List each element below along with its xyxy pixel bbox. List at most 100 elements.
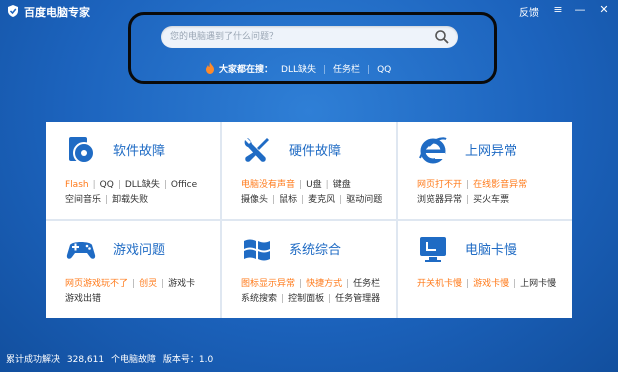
tag-separator: | <box>272 195 276 205</box>
tag-separator: | <box>161 279 165 289</box>
status-bar: 累计成功解决 328,611 个电脑故障 版本号：1.0 <box>6 352 217 365</box>
tools-icon <box>244 138 269 162</box>
tag-separator: | <box>281 294 285 304</box>
issue-tag[interactable]: DLL缺失 <box>125 180 160 190</box>
category-grid: 软件故障 Flash | QQ | DLL缺失 | Office 空间音乐 | 卸载失败 硬件故… <box>46 122 572 318</box>
issue-tag[interactable]: U盘 <box>306 180 322 190</box>
tag-line-2: 浏览器异常 | 买火车票 <box>417 192 509 205</box>
tag-separator: | <box>299 279 303 289</box>
category-card-games[interactable]: 游戏问题 网页游戏玩不了 | 创灵 | 游戏卡 游戏出错 <box>46 221 220 318</box>
category-card-slow-pc[interactable]: 电脑卡慢 开关机卡慢 | 游戏卡慢 | 上网卡慢 <box>398 221 572 318</box>
tag-line-1: Flash | QQ | DLL缺失 | Office <box>65 177 197 190</box>
issue-tag[interactable]: 开关机卡慢 <box>417 279 462 289</box>
issue-tag[interactable]: 卸载失败 <box>112 195 148 205</box>
issue-tag[interactable]: 游戏卡慢 <box>473 279 509 289</box>
issue-tag[interactable]: 摄像头 <box>241 195 268 205</box>
tag-separator: | <box>328 294 332 304</box>
issue-tag[interactable]: 网页游戏玩不了 <box>65 279 128 289</box>
issue-tag[interactable]: 空间音乐 <box>65 195 101 205</box>
tag-separator: | <box>513 279 517 289</box>
app-title: 百度电脑专家 <box>24 6 90 19</box>
search-input[interactable] <box>170 29 425 45</box>
category-card-hardware[interactable]: 硬件故障 电脑没有声音 | U盘 | 键盘 摄像头 | 鼠标 | 麦克风 | 驱动问题 <box>222 122 396 219</box>
tag-separator: | <box>117 180 121 190</box>
hot-search-row: 大家都在搜： DLL缺失 | 任务栏 | QQ <box>205 62 391 76</box>
tag-separator: | <box>466 279 470 289</box>
tag-separator: | <box>346 279 350 289</box>
category-card-system[interactable]: 系统综合 图标显示异常 | 快捷方式 | 任务栏 系统搜索 | 控制面板 | 任务管理器 <box>222 221 396 318</box>
minimize-button[interactable]: — <box>571 1 589 19</box>
tag-line-2: 系统搜索 | 控制面板 | 任务管理器 <box>241 291 380 304</box>
tag-separator: | <box>325 180 329 190</box>
issue-tag[interactable]: Flash <box>65 180 89 190</box>
tag-line-1: 网页打不开 | 在线影音异常 <box>417 177 527 190</box>
fire-icon <box>206 62 214 74</box>
menu-button[interactable]: ≡ <box>549 1 567 19</box>
tag-line-2: 游戏出错 <box>65 291 101 304</box>
issue-tag[interactable]: 任务栏 <box>353 279 380 289</box>
issue-tag[interactable]: 鼠标 <box>279 195 297 205</box>
category-title[interactable]: 软件故障 <box>113 140 165 159</box>
hot-search-item[interactable]: 任务栏 <box>333 65 360 75</box>
ie-browser-icon <box>419 137 447 164</box>
tag-separator: | <box>92 180 96 190</box>
issue-tag[interactable]: 控制面板 <box>288 294 324 304</box>
issue-tag[interactable]: 游戏卡 <box>168 279 195 289</box>
issue-tag[interactable]: 在线影音异常 <box>473 180 527 190</box>
tag-separator: | <box>163 180 167 190</box>
feedback-link[interactable]: 反馈 <box>519 4 539 19</box>
hot-search-label: 大家都在搜： <box>219 65 274 75</box>
category-card-internet[interactable]: 上网异常 网页打不开 | 在线影音异常 浏览器异常 | 买火车票 <box>398 122 572 219</box>
tag-separator: | <box>105 195 109 205</box>
software-disc-icon <box>69 137 95 164</box>
tag-separator: | <box>299 180 303 190</box>
tag-line-1: 网页游戏玩不了 | 创灵 | 游戏卡 <box>65 276 195 289</box>
solved-label: 累计成功解决 <box>6 355 61 365</box>
issue-tag[interactable]: 任务管理器 <box>335 294 380 304</box>
tag-separator: | <box>466 195 470 205</box>
tag-line-2: 空间音乐 | 卸载失败 <box>65 192 148 205</box>
issue-tag[interactable]: 电脑没有声音 <box>241 180 295 190</box>
issue-tag[interactable]: 网页打不开 <box>417 180 462 190</box>
solved-count: 328,611 <box>66 355 105 365</box>
version-label: 版本号： <box>162 355 199 365</box>
tag-separator: | <box>132 279 136 289</box>
tag-separator: | <box>301 195 305 205</box>
issue-tag[interactable]: Office <box>171 180 197 190</box>
tag-separator: | <box>466 180 470 190</box>
category-title[interactable]: 硬件故障 <box>289 140 341 159</box>
hot-search-item[interactable]: DLL缺失 <box>281 65 316 75</box>
category-title[interactable]: 系统综合 <box>289 239 341 258</box>
issue-tag[interactable]: 游戏出错 <box>65 294 101 304</box>
category-title[interactable]: 电脑卡慢 <box>465 239 517 258</box>
category-card-software[interactable]: 软件故障 Flash | QQ | DLL缺失 | Office 空间音乐 | 卸载失败 <box>46 122 220 219</box>
category-title[interactable]: 上网异常 <box>465 140 517 159</box>
issue-tag[interactable]: 上网卡慢 <box>520 279 556 289</box>
category-title[interactable]: 游戏问题 <box>113 239 165 258</box>
tag-line-1: 开关机卡慢 | 游戏卡慢 | 上网卡慢 <box>417 276 556 289</box>
tag-line-2: 摄像头 | 鼠标 | 麦克风 | 驱动问题 <box>241 192 382 205</box>
issue-tag[interactable]: 浏览器异常 <box>417 195 462 205</box>
tag-separator: | <box>339 195 343 205</box>
issue-tag[interactable]: 驱动问题 <box>346 195 382 205</box>
issue-tag[interactable]: 麦克风 <box>308 195 335 205</box>
version-number: 1.0 <box>198 355 214 365</box>
search-box[interactable] <box>161 26 458 48</box>
issue-tag[interactable]: 键盘 <box>333 180 351 190</box>
close-button[interactable]: ✕ <box>595 1 613 19</box>
hot-search-item[interactable]: QQ <box>377 65 391 75</box>
tag-line-1: 图标显示异常 | 快捷方式 | 任务栏 <box>241 276 380 289</box>
issue-tag[interactable]: 快捷方式 <box>306 279 342 289</box>
issue-tag[interactable]: 图标显示异常 <box>241 279 295 289</box>
tag-line-1: 电脑没有声音 | U盘 | 键盘 <box>241 177 351 190</box>
windows-logo-icon <box>244 239 270 261</box>
app-logo-icon <box>8 5 18 17</box>
gamepad-icon <box>66 242 96 259</box>
monitor-icon <box>420 237 446 262</box>
solved-unit: 个电脑故障 <box>110 355 156 365</box>
search-icon[interactable] <box>434 29 450 45</box>
issue-tag[interactable]: 系统搜索 <box>241 294 277 304</box>
issue-tag[interactable]: QQ <box>100 180 114 190</box>
issue-tag[interactable]: 创灵 <box>139 279 157 289</box>
issue-tag[interactable]: 买火车票 <box>473 195 509 205</box>
